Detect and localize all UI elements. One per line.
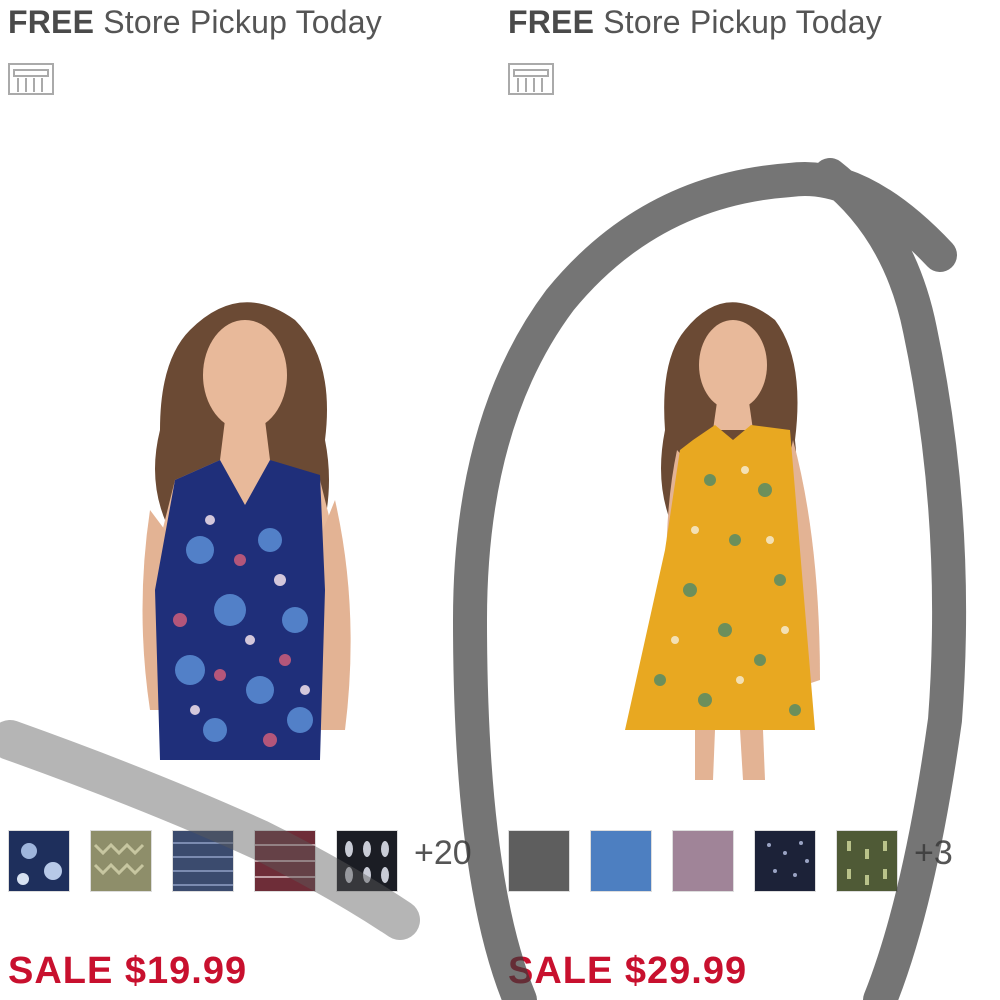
product-image[interactable] <box>615 290 845 780</box>
store-building-icon <box>8 63 54 95</box>
more-colors-link[interactable]: +3 <box>914 834 953 873</box>
swatch-black-white-pattern[interactable] <box>336 830 398 892</box>
swatch-blue-stripe[interactable] <box>172 830 234 892</box>
sale-price: SALE $19.99 <box>8 950 248 992</box>
store-pickup-label: FREE Store Pickup Today <box>8 4 382 41</box>
free-label: FREE <box>8 4 95 40</box>
swatch-olive-pattern[interactable] <box>90 830 152 892</box>
swatch-mauve[interactable] <box>672 830 734 892</box>
store-pickup-label: FREE Store Pickup Today <box>508 4 882 41</box>
store-pickup-text: Store Pickup Today <box>603 4 882 40</box>
swatch-chambray-blue[interactable] <box>590 830 652 892</box>
sale-price: SALE $29.99 <box>508 950 748 992</box>
swatch-navy-floral[interactable] <box>8 830 70 892</box>
product-card-2[interactable]: FREE Store Pickup Today +3 SALE $29.99 <box>500 0 1000 1000</box>
store-pickup-text: Store Pickup Today <box>103 4 382 40</box>
swatch-gray[interactable] <box>508 830 570 892</box>
product-card-1[interactable]: FREE Store Pickup Today +20 SALE $19.99 <box>0 0 500 1000</box>
more-colors-link[interactable]: +20 <box>414 834 472 873</box>
store-building-icon <box>508 63 554 95</box>
swatch-burgundy-stripe[interactable] <box>254 830 316 892</box>
swatch-olive-dot[interactable] <box>836 830 898 892</box>
swatch-navy-dot[interactable] <box>754 830 816 892</box>
product-image[interactable] <box>120 290 380 780</box>
free-label: FREE <box>508 4 595 40</box>
